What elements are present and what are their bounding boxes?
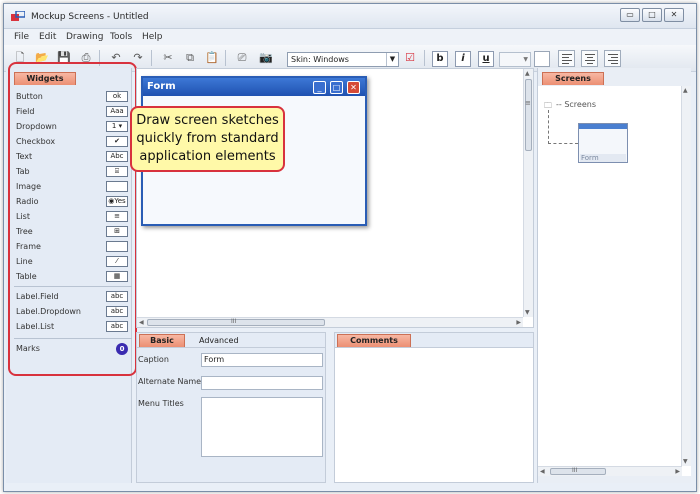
minimize-button[interactable]: ▭ — [620, 8, 640, 22]
scroll-thumb[interactable] — [525, 79, 532, 151]
screens-tree-area: 🗀 -- Screens Form — [538, 86, 691, 476]
paste-icon[interactable]: 📋 — [203, 49, 221, 67]
tab-screens[interactable]: Screens — [542, 72, 604, 85]
form-title-bar: Form _ □ ✕ — [143, 78, 365, 96]
tab-comments[interactable]: Comments — [337, 334, 411, 347]
thumbnail-label: Form — [580, 154, 626, 162]
chevron-down-icon: ▼ — [386, 53, 398, 66]
cut-icon[interactable]: ✂ — [159, 49, 177, 67]
form-minimize-button[interactable]: _ — [313, 81, 326, 94]
tab-basic[interactable]: Basic — [139, 334, 185, 347]
bold-button[interactable]: b — [432, 51, 448, 67]
preview-icon[interactable]: ⎚ — [233, 49, 251, 67]
title-bar: Mockup Screens - Untitled ▭ □ ✕ — [4, 4, 696, 29]
alternate-name-field[interactable] — [201, 376, 323, 390]
caption-label: Caption — [138, 355, 169, 364]
form-close-button[interactable]: ✕ — [347, 81, 360, 94]
toolbar-separator — [225, 50, 226, 66]
caption-field[interactable]: Form — [201, 353, 323, 367]
callout-line: Draw screen sketches — [136, 113, 279, 128]
scroll-right-icon[interactable]: ▶ — [675, 468, 680, 475]
screens-panel: Screens 🗀 -- Screens Form ▲ ▼ ◀ III ▶ — [537, 68, 691, 483]
scroll-up-icon[interactable]: ▲ — [525, 70, 530, 77]
tree-connector — [548, 143, 578, 144]
scroll-up-icon[interactable]: ▲ — [683, 87, 688, 94]
color-picker[interactable] — [534, 51, 550, 67]
properties-panel: Basic Advanced Caption Form Alternate Na… — [136, 332, 326, 483]
screen-thumbnail[interactable]: Form — [578, 123, 628, 163]
form-title: Form — [147, 81, 176, 92]
screens-horizontal-scrollbar[interactable]: ◀ III ▶ — [538, 466, 682, 476]
menu-tools[interactable]: Tools — [110, 32, 132, 42]
menu-bar: File Edit Drawing Tools Help — [4, 29, 696, 45]
tree-connector — [548, 110, 549, 144]
chevron-down-icon: ▼ — [523, 56, 528, 63]
thumbnail-title-bar — [579, 124, 627, 129]
scroll-thumb[interactable] — [550, 468, 606, 475]
checklist-icon[interactable]: ☑ — [401, 49, 419, 67]
screens-tree-root[interactable]: -- Screens — [556, 100, 596, 109]
scroll-left-icon[interactable]: ◀ — [139, 319, 144, 326]
comments-panel: Comments — [334, 332, 534, 483]
canvas-vertical-scrollbar[interactable]: ▲ ≡ ▼ — [523, 69, 533, 317]
tab-advanced[interactable]: Advanced — [199, 336, 239, 345]
toolbar-separator — [424, 50, 425, 66]
menu-edit[interactable]: Edit — [39, 32, 56, 42]
callout-line: quickly from standard — [136, 131, 279, 146]
camera-icon[interactable]: 📷 — [257, 49, 275, 67]
font-size-dropdown[interactable]: ▼ — [499, 52, 531, 67]
window-title: Mockup Screens - Untitled — [31, 12, 149, 22]
callout-line: application elements — [139, 149, 276, 164]
callout-note: Draw screen sketches quickly from standa… — [130, 106, 285, 172]
form-maximize-button[interactable]: □ — [330, 81, 343, 94]
scroll-right-icon[interactable]: ▶ — [516, 319, 521, 326]
menu-titles-textarea[interactable] — [201, 397, 323, 457]
scroll-grip-icon: III — [231, 318, 237, 325]
skin-dropdown-value: Skin: Windows — [291, 55, 349, 64]
alternate-name-label: Alternate Name — [138, 377, 202, 386]
scroll-down-icon[interactable]: ▼ — [525, 309, 530, 316]
menu-help[interactable]: Help — [142, 32, 163, 42]
scroll-grip-icon: ≡ — [525, 99, 531, 107]
app-logo-icon — [11, 11, 25, 21]
canvas-horizontal-scrollbar[interactable]: ◀ III ▶ — [137, 317, 523, 327]
toolbar-separator — [151, 50, 152, 66]
align-left-icon[interactable] — [558, 50, 575, 67]
italic-button[interactable]: i — [455, 51, 471, 67]
align-center-icon[interactable] — [581, 50, 598, 67]
maximize-button[interactable]: □ — [642, 8, 662, 22]
align-right-icon[interactable] — [604, 50, 621, 67]
menu-drawing[interactable]: Drawing — [66, 32, 103, 42]
screens-vertical-scrollbar[interactable]: ▲ ▼ — [681, 86, 691, 466]
tab-divider — [137, 347, 325, 348]
scroll-grip-icon: III — [572, 467, 578, 474]
menu-file[interactable]: File — [14, 32, 29, 42]
widgets-highlight-outline — [8, 62, 137, 376]
close-button[interactable]: ✕ — [664, 8, 684, 22]
comments-textarea[interactable] — [335, 349, 533, 482]
scroll-down-icon[interactable]: ▼ — [683, 458, 688, 465]
skin-dropdown[interactable]: Skin: Windows ▼ — [287, 52, 399, 67]
menu-titles-label: Menu Titles — [138, 399, 184, 408]
scroll-left-icon[interactable]: ◀ — [540, 468, 545, 475]
underline-button[interactable]: u — [478, 51, 494, 67]
copy-icon[interactable]: ⧉ — [181, 49, 199, 67]
